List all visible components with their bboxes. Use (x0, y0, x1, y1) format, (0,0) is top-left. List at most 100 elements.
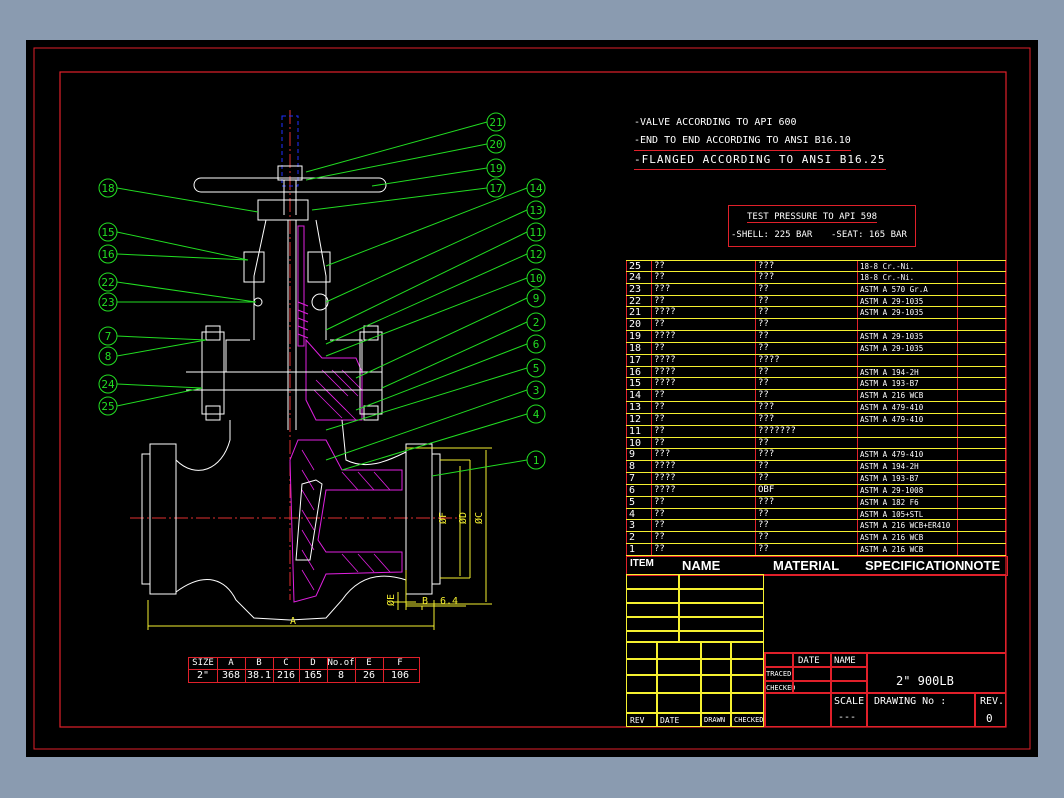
part-material: ?? (756, 319, 858, 331)
part-spec: 18-8 Cr.-Ni. (858, 271, 958, 283)
part-material: ??? (756, 402, 858, 413)
part-name: ?? (652, 413, 756, 425)
parts-row: 22???? ASTM A 29-1035 (626, 295, 1006, 308)
dim-a: A (290, 616, 296, 627)
header-note: NOTE (964, 558, 1001, 573)
size-table: SIZE 2" A 368 B 38.1 C 216 D 165 No.of 8 E 26 F 106 (188, 657, 420, 683)
parts-row: 11????????? (626, 425, 1006, 438)
title-block-cell (730, 642, 732, 727)
callout-number-17: 17 (489, 182, 502, 195)
part-note (958, 461, 1006, 473)
test-pressure-seat: -SEAT: 165 BAR (831, 230, 907, 240)
part-spec: ASTM A 194-2H (858, 461, 958, 473)
part-spec: ASTM A 29-1035 (858, 342, 958, 354)
leader-line-10 (325, 277, 528, 357)
part-item-no: 24 (626, 271, 652, 283)
part-note (958, 342, 1006, 354)
parts-row: 23????? ASTM A 570 Gr.A (626, 283, 1006, 296)
part-material: ???? (756, 354, 858, 366)
part-item-no: 9 (626, 449, 652, 461)
part-spec (858, 354, 958, 366)
callout-number-22: 22 (101, 276, 114, 289)
part-material: ?? (756, 283, 858, 295)
parts-row: 20???? (626, 319, 1006, 332)
part-material: ?? (756, 307, 858, 319)
size-value: 368 (221, 670, 241, 681)
part-material: ?? (756, 390, 858, 402)
part-name: ???? (652, 307, 756, 319)
header-name: NAME (682, 558, 721, 573)
part-spec (858, 437, 958, 449)
part-spec: ASTM A 29-1035 (858, 307, 958, 319)
callout-number-6: 6 (533, 338, 540, 351)
callout-number-15: 15 (101, 226, 114, 239)
parts-row: 17???????? (626, 354, 1006, 367)
part-material: ??? (756, 271, 858, 283)
parts-row: 15?????? ASTM A 193-B7 (626, 378, 1006, 391)
header-spec: SPECIFICATION (865, 558, 965, 573)
part-spec: ASTM A 182 F6 (858, 496, 958, 508)
part-name: ?? (652, 544, 756, 555)
title-block-cell (764, 680, 866, 682)
part-item-no: 6 (626, 484, 652, 496)
part-note (958, 390, 1006, 402)
part-note (958, 425, 1006, 437)
part-name: ?? (652, 437, 756, 449)
parts-row: 3???? ASTM A 216 WCB+ER410 (626, 520, 1006, 533)
part-name: ??? (652, 283, 756, 295)
part-name: ?? (652, 295, 756, 307)
part-material: ??? (756, 496, 858, 508)
leader-line-24 (116, 383, 203, 389)
note-api600: -VALVE ACCORDING TO API 600 (634, 117, 797, 128)
part-material: ??? (756, 261, 858, 271)
parts-row: 8?????? ASTM A 194-2H (626, 461, 1006, 474)
part-note (958, 484, 1006, 496)
leader-line-20 (305, 143, 488, 181)
callout-number-10: 10 (529, 272, 542, 285)
part-item-no: 12 (626, 413, 652, 425)
callout-number-24: 24 (101, 378, 115, 391)
part-item-no: 16 (626, 366, 652, 378)
part-material: ?? (756, 544, 858, 555)
part-name: ???? (652, 366, 756, 378)
part-material: ?? (756, 342, 858, 354)
header-material: MATERIAL (773, 558, 840, 573)
part-item-no: 17 (626, 354, 652, 366)
callout-number-1: 1 (533, 454, 540, 467)
callout-number-3: 3 (533, 384, 540, 397)
part-material: OBF (756, 484, 858, 496)
part-spec: ASTM A 479-410 (858, 413, 958, 425)
part-name: ?? (652, 271, 756, 283)
leader-line-19 (371, 167, 488, 187)
part-spec: ASTM A 105+STL (858, 508, 958, 520)
part-name: ?? (652, 508, 756, 520)
part-item-no: 7 (626, 473, 652, 484)
part-spec: ASTM A 479-410 (858, 402, 958, 413)
parts-row: 21?????? ASTM A 29-1035 (626, 307, 1006, 320)
leader-line-1 (431, 459, 528, 477)
leader-line-8 (116, 339, 207, 357)
part-item-no: 5 (626, 496, 652, 508)
part-note (958, 354, 1006, 366)
title-block-cell (626, 630, 764, 632)
part-material: ?? (756, 437, 858, 449)
callout-number-11: 11 (529, 226, 542, 239)
title-block-cell (700, 642, 702, 727)
part-item-no: 25 (626, 261, 652, 271)
valve-section-drawing (130, 110, 458, 621)
part-note (958, 295, 1006, 307)
part-spec: ASTM A 29-1035 (858, 331, 958, 342)
part-material: ?? (756, 295, 858, 307)
part-material: ??? (756, 449, 858, 461)
title-block-cell (626, 692, 764, 694)
part-name: ???? (652, 461, 756, 473)
test-pressure-title: TEST PRESSURE TO API 598 (747, 212, 878, 223)
size-value: 106 (390, 670, 410, 681)
size-header: B (245, 658, 273, 670)
part-material: ?? (756, 331, 858, 342)
part-note (958, 544, 1006, 555)
size-value: 38.1 (246, 670, 272, 681)
leader-line-15 (116, 231, 249, 261)
title-block-cell (626, 616, 764, 618)
part-note (958, 437, 1006, 449)
